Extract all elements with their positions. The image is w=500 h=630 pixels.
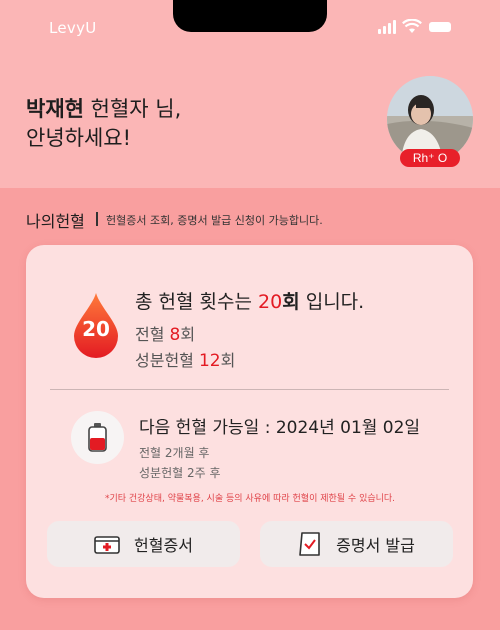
device-notch xyxy=(173,0,327,32)
apheresis-unit: 회 xyxy=(220,351,236,370)
issue-certificate-button-label: 증명서 발급 xyxy=(336,536,415,555)
apheresis-interval: 성분헌혈 2주 후 xyxy=(139,466,221,480)
certificate-button-label: 헌혈증서 xyxy=(134,536,193,555)
blood-type-badge: Rh⁺ O xyxy=(400,149,460,167)
donation-count-badge: 20 xyxy=(82,317,110,341)
section-title: 나의헌혈 xyxy=(26,212,85,231)
whole-blood-interval: 전혈 2개월 후 xyxy=(139,446,210,460)
apheresis-text: 성분헌혈 12회 xyxy=(135,347,235,371)
carrier-label: LevyU xyxy=(49,19,97,37)
whole-blood-label: 전혈 xyxy=(135,325,170,344)
whole-blood-text: 전혈 8회 xyxy=(135,321,195,345)
issue-certificate-button[interactable]: 증명서 발급 xyxy=(260,521,453,567)
section-description: 헌혈증서 조회, 증명서 발급 신청이 가능합니다. xyxy=(106,214,323,227)
first-aid-icon xyxy=(94,536,120,554)
next-donation-date: 다음 헌혈 가능일 : 2024년 01월 02일 xyxy=(139,418,421,438)
greeting-text: 박재현 헌혈자 님, 안녕하세요! xyxy=(26,95,181,153)
blood-bag-icon xyxy=(88,423,107,452)
battery-icon xyxy=(429,22,451,32)
whole-blood-count: 8 xyxy=(169,325,181,345)
card-divider xyxy=(50,389,449,390)
greeting-line2: 안녕하세요! xyxy=(26,126,132,150)
total-prefix: 총 헌혈 횟수는 xyxy=(135,291,258,313)
whole-blood-unit: 회 xyxy=(180,325,196,344)
signal-icon xyxy=(378,20,398,34)
total-count: 20 xyxy=(258,291,283,313)
apheresis-count: 12 xyxy=(198,351,221,371)
total-suffix: 입니다. xyxy=(299,291,365,313)
total-donations-text: 총 헌혈 횟수는 20회 입니다. xyxy=(135,287,364,314)
document-check-icon xyxy=(299,532,320,556)
certificate-button[interactable]: 헌혈증서 xyxy=(47,521,240,567)
blood-bag-icon-circle xyxy=(71,411,124,464)
user-name: 박재현 xyxy=(26,97,84,121)
wifi-icon xyxy=(402,19,422,33)
section-divider xyxy=(96,212,98,226)
greeting-line1-rest: 헌혈자 님, xyxy=(83,97,182,121)
restriction-notice: *기타 건강상태, 약물복용, 시술 등의 사유에 따라 헌혈이 제한될 수 있… xyxy=(104,494,396,504)
apheresis-label: 성분헌혈 xyxy=(135,351,199,370)
total-unit: 회 xyxy=(282,291,300,313)
